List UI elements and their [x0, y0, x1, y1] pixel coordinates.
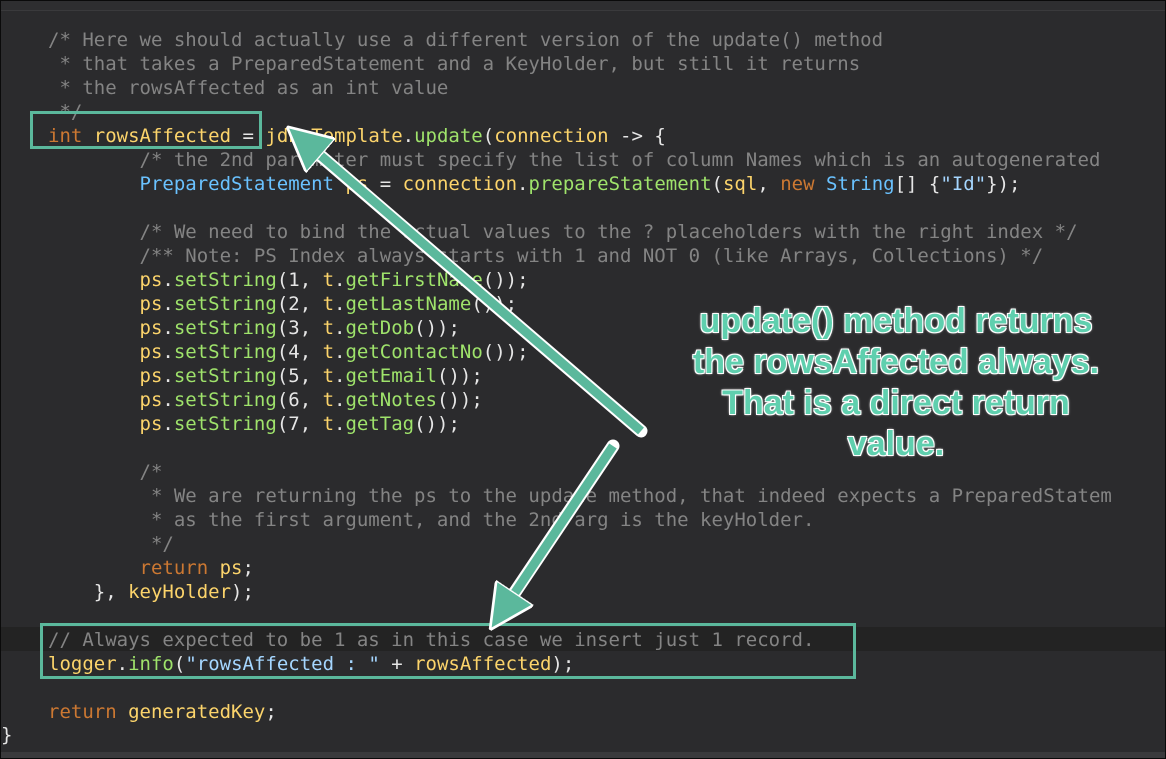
editor-bottom-bar: [1, 752, 1165, 758]
arrow-to-rows-affected: [301, 139, 648, 438]
screenshot-frame: /* Here we should actually use a differe…: [0, 0, 1166, 759]
callout-line-3: That is a direct return: [722, 384, 1070, 422]
annotation-callout: update() method returns the rowsAffected…: [661, 301, 1131, 465]
arrow-to-logger: [501, 439, 620, 613]
callout-line-4: value.: [847, 425, 945, 463]
callout-line-1: update() method returns: [699, 302, 1093, 340]
callout-line-2: the rowsAffected always.: [692, 343, 1100, 381]
